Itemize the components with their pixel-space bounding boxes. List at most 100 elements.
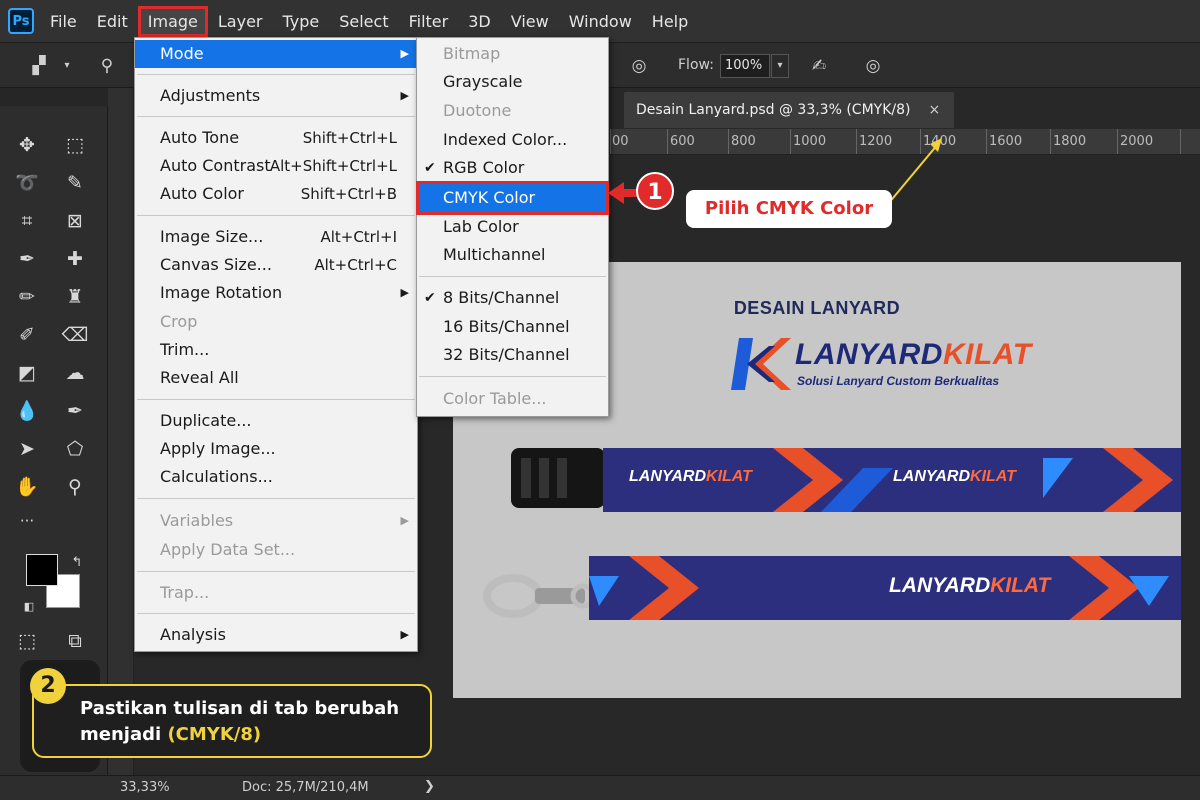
foreground-color-swatch[interactable] bbox=[26, 554, 58, 586]
menu-item-duplicate[interactable]: Duplicate... bbox=[135, 407, 417, 435]
flow-input[interactable]: 100% bbox=[720, 54, 770, 78]
mode-indexed-color[interactable]: Indexed Color... bbox=[417, 126, 608, 154]
brush-preset-icon[interactable]: ⚲ bbox=[96, 55, 118, 77]
menu-item-calculations[interactable]: Calculations... bbox=[135, 463, 417, 491]
mode-rgb-color[interactable]: ✔ RGB Color bbox=[417, 154, 608, 182]
strap-brand-text: LANYARDKILAT bbox=[889, 574, 1051, 597]
menu-item-apply-data-set: Apply Data Set... bbox=[160, 540, 296, 559]
step2-callout: Pastikan tulisan di tab berubah menjadi … bbox=[32, 684, 432, 758]
photoshop-logo-icon: Ps bbox=[8, 8, 34, 34]
default-colors-icon[interactable]: ◧ bbox=[14, 592, 44, 622]
tool-preset-icon[interactable]: ▞ bbox=[28, 55, 50, 77]
mode-32-bits[interactable]: 32 Bits/Channel bbox=[417, 341, 608, 369]
path-select-tool-icon[interactable]: ➤ bbox=[12, 434, 42, 464]
blur-tool-icon[interactable]: ☁ bbox=[60, 358, 90, 388]
ruler-label: 600 bbox=[670, 134, 695, 149]
hand-tool-icon[interactable]: ✋ bbox=[12, 472, 42, 502]
menu-layer[interactable]: Layer bbox=[210, 8, 271, 35]
move-tool-icon[interactable]: ✥ bbox=[12, 130, 42, 160]
menu-item-reveal-all[interactable]: Reveal All bbox=[135, 364, 417, 392]
mode-duotone: Duotone bbox=[443, 101, 512, 120]
menu-edit[interactable]: Edit bbox=[89, 8, 136, 35]
menu-item-canvas-size[interactable]: Canvas Size... Alt+Ctrl+C bbox=[135, 251, 417, 279]
flow-dropdown-button[interactable]: ▾ bbox=[771, 54, 789, 78]
dodge-tool-icon[interactable]: 💧 bbox=[12, 396, 42, 426]
close-icon[interactable]: × bbox=[928, 102, 940, 118]
vertical-ruler bbox=[108, 88, 134, 775]
strap-brand-text: LANYARDKILAT bbox=[629, 468, 752, 485]
chevron-right-icon[interactable]: ❯ bbox=[424, 779, 435, 794]
quick-mask-icon[interactable]: ⬚ bbox=[12, 626, 42, 656]
airbrush-icon[interactable]: ✍ bbox=[808, 55, 830, 77]
healing-brush-tool-icon[interactable]: ✚ bbox=[60, 244, 90, 274]
menu-item-auto-tone[interactable]: Auto Tone Shift+Ctrl+L bbox=[135, 124, 417, 152]
screen-mode-icon[interactable]: ⧉ bbox=[60, 626, 90, 656]
quick-select-tool-icon[interactable]: ✎ bbox=[60, 168, 90, 198]
clone-stamp-tool-icon[interactable]: ♜ bbox=[60, 282, 90, 312]
mode-color-table: Color Table... bbox=[443, 389, 547, 408]
mode-multichannel[interactable]: Multichannel bbox=[417, 241, 608, 269]
menu-filter[interactable]: Filter bbox=[401, 8, 457, 35]
menu-select[interactable]: Select bbox=[331, 8, 396, 35]
menu-item-trim[interactable]: Trim... bbox=[135, 336, 417, 364]
menu-item-image-size[interactable]: Image Size... Alt+Ctrl+I bbox=[135, 223, 417, 251]
step1-callout: Pilih CMYK Color bbox=[686, 190, 892, 228]
zoom-level[interactable]: 33,33% bbox=[120, 780, 170, 795]
document-size: Doc: 25,7M/210,4M bbox=[242, 780, 369, 795]
mode-16-bits[interactable]: 16 Bits/Channel bbox=[417, 313, 608, 341]
menu-item-image-rotation[interactable]: Image Rotation ▶ bbox=[135, 279, 417, 307]
menu-item-apply-image[interactable]: Apply Image... bbox=[135, 435, 417, 463]
lanyard-strap-bottom: LANYARDKILAT bbox=[589, 556, 1181, 620]
menu-view[interactable]: View bbox=[503, 8, 557, 35]
menu-help[interactable]: Help bbox=[644, 8, 696, 35]
mode-grayscale[interactable]: Grayscale bbox=[417, 68, 608, 96]
menu-window[interactable]: Window bbox=[561, 8, 640, 35]
checkmark-icon: ✔ bbox=[424, 160, 436, 176]
menu-item-crop: Crop bbox=[160, 312, 198, 331]
chevron-down-icon[interactable]: ▾ bbox=[56, 55, 78, 77]
menu-image[interactable]: Image bbox=[137, 5, 208, 37]
step2-badge: 2 bbox=[30, 668, 66, 704]
ruler-label: 1600 bbox=[989, 134, 1023, 149]
frame-tool-icon[interactable]: ⊠ bbox=[60, 206, 90, 236]
panel-grip[interactable] bbox=[0, 88, 108, 106]
shape-tool-icon[interactable]: ⬠ bbox=[60, 434, 90, 464]
mode-bitmap: Bitmap bbox=[443, 44, 501, 63]
mode-lab-color[interactable]: Lab Color bbox=[417, 213, 608, 241]
ruler-label: 00 bbox=[612, 134, 629, 149]
menu-type[interactable]: Type bbox=[274, 8, 327, 35]
swap-colors-icon[interactable]: ↰ bbox=[62, 548, 92, 578]
checkmark-icon: ✔ bbox=[424, 290, 436, 306]
pressure-size-icon[interactable]: ◎ bbox=[862, 55, 884, 77]
menu-item-mode[interactable]: Mode ▶ bbox=[135, 40, 417, 68]
lasso-tool-icon[interactable]: ➰ bbox=[12, 168, 42, 198]
lanyard-hook-icon bbox=[483, 574, 593, 618]
menu-item-auto-contrast[interactable]: Auto Contrast Alt+Shift+Ctrl+L bbox=[135, 152, 417, 180]
gradient-tool-icon[interactable]: ◩ bbox=[12, 358, 42, 388]
document-tab-title: Desain Lanyard.psd @ 33,3% (CMYK/8) bbox=[636, 102, 911, 118]
eraser-tool-icon[interactable]: ⌫ bbox=[60, 320, 90, 350]
menu-item-adjustments[interactable]: Adjustments ▶ bbox=[135, 82, 417, 110]
menu-bar: Ps File Edit Image Layer Type Select Fil… bbox=[0, 0, 1200, 42]
menu-file[interactable]: File bbox=[42, 8, 85, 35]
menu-item-auto-color[interactable]: Auto Color Shift+Ctrl+B bbox=[135, 180, 417, 208]
mode-8-bits[interactable]: ✔ 8 Bits/Channel bbox=[417, 284, 608, 312]
ruler-label: 2000 bbox=[1120, 134, 1154, 149]
document-tab[interactable]: Desain Lanyard.psd @ 33,3% (CMYK/8) × bbox=[624, 92, 954, 128]
eyedropper-tool-icon[interactable]: ✒ bbox=[12, 244, 42, 274]
menu-3d[interactable]: 3D bbox=[460, 8, 499, 35]
ruler-label: 1800 bbox=[1053, 134, 1087, 149]
mode-cmyk-color[interactable]: CMYK Color bbox=[416, 181, 609, 215]
strap-brand-text: LANYARDKILAT bbox=[893, 468, 1016, 485]
history-brush-tool-icon[interactable]: ✐ bbox=[12, 320, 42, 350]
menu-item-analysis[interactable]: Analysis ▶ bbox=[135, 621, 417, 649]
marquee-tool-icon[interactable]: ⬚ bbox=[60, 130, 90, 160]
brush-tool-icon[interactable]: ✏ bbox=[12, 282, 42, 312]
menu-item-trap: Trap... bbox=[160, 583, 210, 602]
crop-tool-icon[interactable]: ⌗ bbox=[12, 206, 42, 236]
zoom-tool-icon[interactable]: ⚲ bbox=[60, 472, 90, 502]
pen-tool-icon[interactable]: ✒ bbox=[60, 396, 90, 426]
pressure-opacity-icon[interactable]: ◎ bbox=[628, 55, 650, 77]
edit-toolbar-icon[interactable]: ··· bbox=[12, 506, 42, 536]
brand-tagline: Solusi Lanyard Custom Berkualitas bbox=[797, 374, 1000, 388]
